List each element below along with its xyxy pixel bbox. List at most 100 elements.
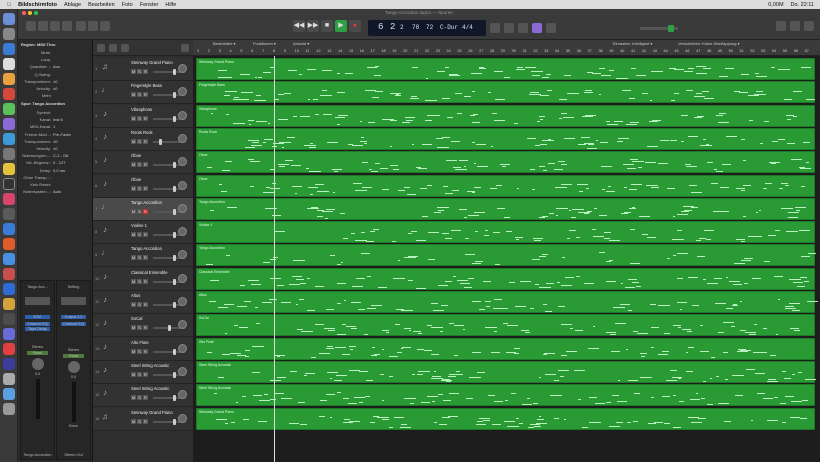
instrument-icon[interactable]: ♩	[100, 85, 110, 95]
track-name[interactable]: Oboe	[131, 153, 141, 158]
solo-button[interactable]: S	[137, 69, 142, 74]
midi-region[interactable]: Steel String Acoustic	[196, 384, 815, 407]
track-header[interactable]: 4 ♪ Roots Rock M S R	[93, 127, 193, 151]
instrument-icon[interactable]: ♪	[100, 109, 110, 119]
smart-controls-icon[interactable]	[76, 21, 86, 31]
mail-icon[interactable]	[3, 58, 15, 70]
instrument-icon[interactable]: ♪	[100, 365, 110, 375]
downloads-icon[interactable]	[3, 373, 15, 385]
xcode-icon[interactable]	[3, 223, 15, 235]
track-header[interactable]: 11 ♪ Altus M S R	[93, 291, 193, 314]
bluetooth-icon[interactable]	[3, 358, 15, 370]
activity-icon[interactable]	[3, 313, 15, 325]
ruler[interactable]: Bearbeiten ▾ Funktionen ▾ Ansicht ▾ Einr…	[193, 40, 820, 56]
playhead[interactable]	[274, 56, 275, 462]
region-param-row[interactable]: Loop:	[18, 56, 93, 63]
lcd-display[interactable]: 6 2 2 78 72 C-Dur 4/4	[368, 20, 486, 36]
metronome-icon[interactable]	[546, 23, 556, 33]
volume-fader-knob[interactable]	[168, 325, 172, 332]
stop-button[interactable]: ■	[321, 20, 333, 32]
track-name[interactable]: Oboe	[131, 177, 141, 182]
podcasts-icon[interactable]	[3, 238, 15, 250]
mute-button[interactable]: M	[131, 69, 136, 74]
strip2-eq[interactable]: Channel EQ	[61, 322, 86, 326]
track-header[interactable]: 2 ♩ Fingerstyle Bass M S R	[93, 81, 193, 105]
solo-button[interactable]: S	[137, 278, 142, 284]
strip2-fader[interactable]	[71, 382, 76, 422]
menu-app[interactable]: Bildschirmfoto	[18, 2, 57, 8]
list-editors-icon[interactable]	[776, 21, 786, 31]
solo-button[interactable]: S	[137, 138, 142, 144]
midi-region[interactable]: Altus	[196, 291, 819, 313]
track-name[interactable]: Fingerstyle Bass	[131, 83, 162, 88]
track-param-row[interactable]: Transponieren: ±0	[18, 138, 93, 145]
track-header[interactable]: 7 ♩ Tango Accordion M S R	[93, 197, 193, 221]
track-param-row[interactable]: Delay: 0,0 ms	[18, 167, 93, 174]
record-enable-button[interactable]: R	[143, 371, 148, 377]
strip2-output[interactable]: Output 1-2	[61, 315, 86, 319]
track-name[interactable]: Tango Accordion	[131, 200, 162, 205]
solo-mode-icon[interactable]	[518, 23, 528, 33]
volume-fader-knob[interactable]	[173, 185, 177, 192]
rewind-button[interactable]: ◀◀	[293, 20, 305, 32]
strip-fx[interactable]: Tape Delay	[25, 327, 50, 331]
mute-button[interactable]: M	[131, 302, 136, 307]
region-param-row[interactable]: Q-Swing:	[18, 71, 93, 78]
messages-icon[interactable]	[3, 103, 15, 115]
track-name[interactable]: Classical Ensemble	[131, 270, 168, 275]
track-param-row[interactable]: Velocity: ±0	[18, 145, 93, 152]
count-in-icon[interactable]	[532, 23, 542, 33]
track-name[interactable]: Tango Accordion	[131, 246, 162, 251]
mute-button[interactable]: M	[131, 395, 136, 401]
track-header[interactable]: 8 ♪ Violine 1 MSR	[93, 221, 193, 245]
cycle-icon[interactable]	[490, 23, 500, 33]
volume-fader-knob[interactable]	[158, 138, 162, 145]
track-header[interactable]: 15 ♪ Steel String Acoustic M S R	[93, 384, 193, 408]
track-param-value[interactable]: C-2 - G8	[53, 152, 68, 159]
instrument-icon[interactable]: ♫	[100, 62, 110, 72]
strip-pan-knob[interactable]	[31, 358, 44, 370]
pan-knob[interactable]	[178, 227, 187, 237]
mute-button[interactable]: M	[131, 255, 136, 261]
edit-menu[interactable]: Bearbeiten ▾	[213, 41, 235, 46]
region-param-value[interactable]: Aus	[53, 63, 60, 70]
pan-knob[interactable]	[178, 180, 187, 190]
volume-fader-knob[interactable]	[173, 115, 177, 122]
record-enable-button[interactable]: R	[143, 255, 148, 261]
strip2-eq-display[interactable]	[61, 297, 86, 305]
photos-icon[interactable]	[3, 118, 15, 130]
midi-region[interactable]: Roots Rock	[196, 127, 815, 150]
pan-knob[interactable]	[178, 110, 187, 120]
trash-icon[interactable]	[3, 403, 15, 415]
solo-button[interactable]: S	[137, 255, 142, 261]
midi-region[interactable]: SoCal	[196, 314, 815, 337]
mute-button[interactable]: M	[131, 162, 136, 168]
record-app-icon[interactable]	[3, 343, 15, 355]
track-param-row[interactable]: Freeze-Mod...: Pre-Fader	[18, 131, 93, 138]
strip-eq[interactable]: Channel EQ	[25, 322, 50, 326]
minimize-icon[interactable]	[28, 10, 32, 15]
track-header[interactable]: 10 ♪ Classical Ensemble M S R	[93, 267, 193, 291]
pan-knob[interactable]	[178, 320, 187, 330]
track-param-row[interactable]: Notensystem...: Auto	[18, 188, 93, 195]
track-name[interactable]: Steel String Acoustic	[131, 363, 169, 368]
menu-hilfe[interactable]: Hilfe	[165, 2, 176, 8]
midi-region[interactable]: Oboe	[196, 151, 815, 174]
instrument-icon[interactable]: ♪	[100, 155, 110, 165]
solo-button[interactable]: S	[137, 418, 142, 424]
pan-knob[interactable]	[178, 203, 187, 213]
strip-automation[interactable]: Read	[27, 351, 48, 355]
track-param-value[interactable]: 0 - 127	[53, 159, 65, 166]
volume-fader-knob[interactable]	[173, 348, 177, 355]
solo-button[interactable]: S	[137, 232, 142, 238]
instrument-icon[interactable]: ♪	[100, 179, 110, 189]
clock[interactable]: Do. 22:11	[791, 2, 814, 8]
midi-region[interactable]: Alto Flute	[196, 337, 815, 360]
appstore-icon[interactable]	[3, 133, 15, 145]
midi-region[interactable]: Tango Accordion	[196, 244, 816, 267]
mute-button[interactable]: M	[131, 115, 136, 121]
record-enable-button[interactable]: R	[143, 138, 148, 144]
track-header[interactable]: 16 ♫ Steinway Grand Piano M S R	[93, 407, 193, 431]
pages-icon[interactable]	[3, 298, 15, 310]
region-param-row[interactable]: Mehr	[18, 92, 93, 99]
